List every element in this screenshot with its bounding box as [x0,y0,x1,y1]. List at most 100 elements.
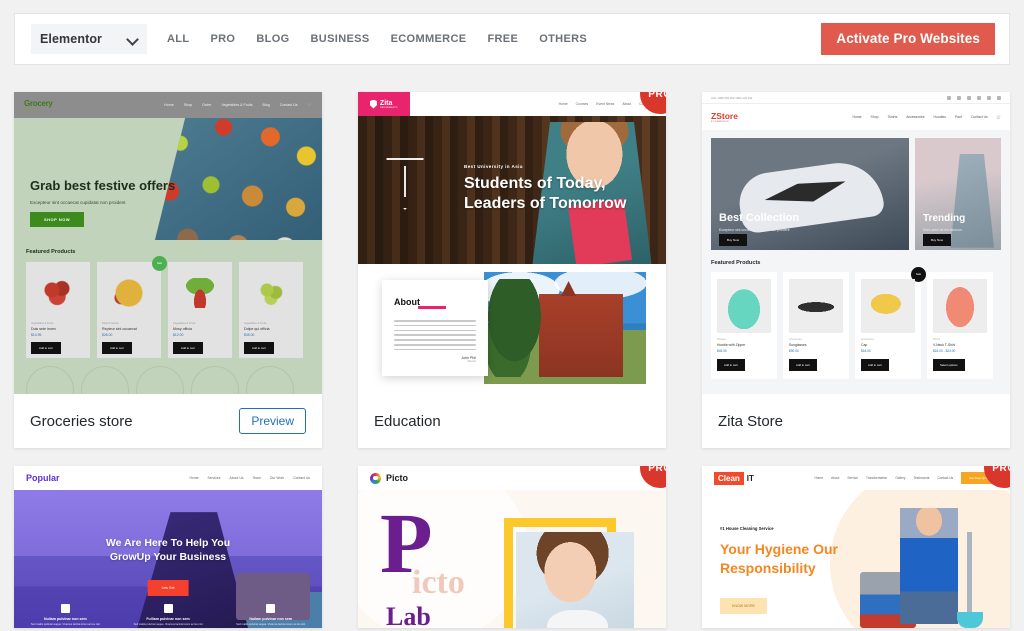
hero-heading: Students of Today, Leaders of Tomorrow [464,175,627,212]
template-thumbnail[interactable]: Picto P icto Lab [358,466,666,628]
product-item: Vegetables & Fruits Dolpe qui officia $4… [239,262,303,358]
mini-site-logo: ZStore ECOMMERCE [711,111,738,123]
tree-shape [487,278,543,378]
product-price: $12.00 [173,333,184,337]
template-card-zita-store[interactable]: Call: 1088 009 009 1804 ap5 202 ZStore E… [702,92,1010,448]
mini-site-nav-links: Home Shop Order Vegetables & Fruits Blog… [164,103,312,107]
category-circle [136,366,184,394]
cart-icon: 🛒 [996,115,1001,119]
campus-photo [484,272,646,384]
filter-blog[interactable]: BLOG [256,33,289,45]
product-image [717,279,771,333]
product-category: Vegetables & Fruits [244,322,267,325]
model-photo [950,153,995,248]
template-thumbnail[interactable]: Grocery Store Home Shop Order Vegetables… [14,92,322,394]
product-name: V-Neck T-Shirt [933,343,955,347]
mini-site-hero: Best University in Asia Students of Toda… [358,116,666,264]
section-title: Featured Products [711,260,761,266]
template-thumbnail[interactable]: Call: 1088 009 009 1804 ap5 202 ZStore E… [702,92,1010,394]
activate-pro-websites-button[interactable]: Activate Pro Websites [821,23,995,55]
banner-trending: Trending Nullo anim sit est laborum Buy … [915,138,1001,250]
add-to-cart-button: Add to cart [861,359,889,371]
product-name: Cap [861,343,868,347]
template-card-groceries-store[interactable]: Grocery Store Home Shop Order Vegetables… [14,92,322,448]
preview-button[interactable]: Preview [239,408,306,434]
mini-site-logo: Clean IT [714,471,754,485]
mini-site-nav-links: Home Shop Tshirts Accessories Hoodies Pa… [852,115,1002,119]
twitter-icon [957,95,961,100]
shield-icon [369,99,377,109]
templates-grid: Grocery Store Home Shop Order Vegetables… [14,92,1010,628]
hero-subtext: Excepteur sint occaecat cupidatat non pr… [30,200,126,205]
hero-word: icto [412,564,465,601]
feature-row: Nullam pulvinar non sem Sed mattis pulvi… [14,604,322,626]
filter-business[interactable]: BUSINESS [311,33,370,45]
mini-site-body: Best Collection Excepteur sint occaecat … [702,130,1010,394]
template-title: Groceries store [30,412,133,430]
mini-site-preview: Popular Home Services About Us Team Our … [14,466,322,628]
category-filter-nav: ALL PRO BLOG BUSINESS ECOMMERCE FREE OTH… [167,33,587,45]
filter-others[interactable]: OTHERS [539,33,587,45]
product-price: $14.95 [31,333,42,337]
templates-toolbar: Elementor ALL PRO BLOG BUSINESS ECOMMERC… [14,13,1010,65]
product-category: Accessories [789,338,802,341]
product-list: Vegetables & Fruits Duis sete irurex $14… [26,256,310,358]
mini-site-preview: Call: 1088 009 009 1804 ap5 202 ZStore E… [702,92,1010,394]
youtube-icon [987,95,991,100]
hero-heading: Grab best festive offers [30,178,176,193]
mini-site-topbar: Call: 1088 009 009 1804 ap5 202 [702,92,1010,104]
filter-all[interactable]: ALL [167,33,189,45]
product-price: $28.00 [102,333,113,337]
mini-site-navbar: Grocery Store Home Shop Order Vegetables… [14,92,322,118]
product-name: Mosy officia [173,327,192,331]
mini-site-logo: Grocery Store [24,98,53,112]
add-to-cart-button: Add to cart [173,342,203,354]
category-circles [26,366,310,394]
product-list: Hoodies Hoodie with Zipper $45.00 Add to… [711,267,1001,379]
mini-site-preview: Grocery Store Home Shop Order Vegetables… [14,92,322,394]
product-category: Tshirts [933,338,940,341]
product-item: Sale Daily Products Repteur sint occaeca… [97,256,167,358]
mini-site-hero: P icto Lab [358,490,666,628]
filter-pro[interactable]: PRO [210,33,235,45]
product-name: Duis sete irurex [31,327,56,331]
product-category: Vegetables & Fruits [31,322,54,325]
product-price: $16.00 [861,349,871,353]
template-thumbnail[interactable]: Clean IT Home About Service Transformatio… [702,466,1010,628]
product-item: Vegetables & Fruits Mosy officia $12.00 … [168,262,232,358]
template-card-picto[interactable]: PRO Picto P icto Lab [358,466,666,628]
template-thumbnail[interactable]: Popular Home Services About Us Team Our … [14,466,322,628]
facebook-icon [947,95,951,100]
product-item: Accessories Sunglasses $90.00 Add to car… [783,272,849,379]
add-to-cart-button: Add to cart [244,342,274,354]
filter-free[interactable]: FREE [487,33,518,45]
template-card-cleanit[interactable]: PRO CleanIT Home About Service Transform… [702,466,1010,628]
hero-kicker: #1 House Cleaning Service [720,526,774,531]
add-to-cart-button: Add to cart [717,359,745,371]
cleaner-photo [900,508,958,624]
product-category: Vegetables & Fruits [173,322,196,325]
mini-site-navbar: Clean IT Home About Service Transformatio… [702,466,1010,490]
mini-site-preview: Clean IT Home About Service Transformatio… [702,466,1010,628]
banner-button: Buy Now [719,234,748,246]
chevron-down-icon [128,34,138,44]
category-circle [191,366,239,394]
section-title: Featured Products [26,249,76,255]
glasses-icon [163,604,173,613]
social-icons [947,95,1001,100]
filter-ecommerce[interactable]: ECOMMERCE [391,33,467,45]
builder-select[interactable]: Elementor [31,24,147,54]
template-card-popular[interactable]: Popular Home Services About Us Team Our … [14,466,322,628]
template-card-education[interactable]: PRO Zita UNIVERSITY Home Courses Event N… [358,92,666,448]
category-circle [81,366,129,394]
banner-best-collection: Best Collection Excepteur sint occaecat … [711,138,909,250]
university-crest-icon [386,158,424,210]
about-card: About John Phil Director [382,280,488,376]
template-title: Education [374,412,441,430]
gift-icon [60,604,70,613]
product-name: Hoodie with Zipper [717,343,746,347]
product-item: Sale Accessories Cap $16.00 Add to cart [855,267,926,379]
product-name: Repteur sint occaecat [102,327,137,331]
template-thumbnail[interactable]: Zita UNIVERSITY Home Courses Event News … [358,92,666,394]
product-category: Accessories [861,338,874,341]
